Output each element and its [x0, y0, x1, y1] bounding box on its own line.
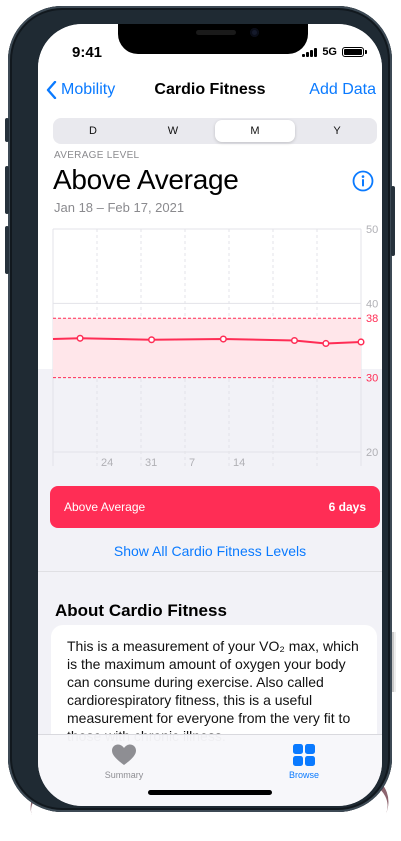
chart-x-tick-label: 31 [145, 457, 157, 469]
camera-icon [250, 28, 259, 37]
heart-icon [112, 744, 136, 765]
chart-y-tick-label: 40 [366, 298, 378, 310]
tab-bar: Summary Browse [38, 734, 382, 806]
segment-year[interactable]: Y [297, 118, 377, 144]
time-range-control: D W M Y [53, 118, 377, 144]
home-indicator [148, 790, 272, 795]
chart-y-tick-label: 20 [366, 447, 378, 459]
about-title: About Cardio Fitness [55, 601, 227, 620]
chart-band-high-label: 38 [366, 313, 378, 325]
segment-week[interactable]: W [133, 118, 213, 144]
status-icons: 5G [302, 46, 367, 58]
network-label: 5G [322, 46, 337, 58]
status-time: 9:41 [72, 44, 103, 61]
chart-data-point [219, 335, 227, 343]
legend-label: Above Average [64, 500, 146, 514]
chart-x-tick-label: 7 [189, 457, 195, 469]
cardio-fitness-chart: 50 40 20 38 30 24 31 7 14 [52, 224, 378, 469]
tab-summary[interactable]: Summary [84, 743, 164, 780]
chart-data-point [322, 339, 330, 348]
screen: 9:41 5G Mobility Cardio Fitness Add Data… [38, 24, 382, 806]
signal-icon [302, 47, 318, 57]
add-data-button[interactable]: Add Data [309, 81, 376, 99]
chart-range-band [53, 318, 361, 378]
average-level-label: AVERAGE LEVEL [54, 150, 140, 161]
speaker-grille [196, 30, 236, 35]
divider [38, 571, 382, 572]
chart-x-tick-label: 24 [101, 457, 113, 469]
side-button [5, 118, 9, 142]
chart-band-low-label: 30 [366, 373, 378, 385]
segment-month[interactable]: M [215, 120, 295, 142]
segment-day[interactable]: D [53, 118, 133, 144]
show-all-levels-link[interactable]: Show All Cardio Fitness Levels [38, 543, 382, 559]
battery-icon [342, 47, 367, 57]
legend-count: 6 days [328, 500, 366, 514]
side-button [5, 166, 9, 214]
tab-browse-label: Browse [288, 770, 319, 780]
average-level-value: Above Average [53, 164, 239, 195]
side-button [391, 186, 395, 256]
navigation-bar: Mobility Cardio Fitness Add Data [38, 79, 382, 109]
chart-data-point [148, 336, 156, 344]
chart-data-point [290, 336, 299, 345]
notch [118, 24, 308, 54]
date-range: Jan 18 – Feb 17, 2021 [54, 200, 185, 215]
phone-frame: 9:41 5G Mobility Cardio Fitness Add Data… [5, 6, 395, 812]
chart-x-tick-label: 14 [233, 457, 245, 469]
chart-y-tick-label: 50 [366, 224, 378, 236]
tab-summary-label: Summary [104, 770, 144, 780]
grid-icon [293, 744, 315, 766]
info-circle-icon[interactable] [352, 170, 374, 192]
tab-browse[interactable]: Browse [264, 743, 344, 780]
about-text: This is a measurement of your VO₂ max, w… [67, 638, 359, 744]
chart-data-point [76, 334, 84, 342]
chart-data-point [357, 338, 365, 346]
side-button [5, 226, 9, 274]
legend-row[interactable]: Above Average 6 days [50, 486, 380, 528]
